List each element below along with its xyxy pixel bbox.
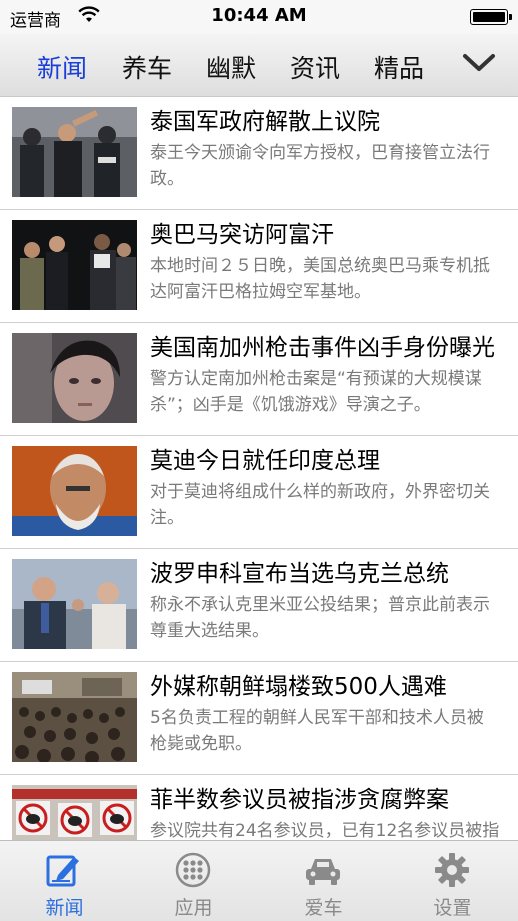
news-title: 美国南加州枪击事件凶手身份曝光 [150,335,495,361]
bottom-tab-apps[interactable]: 应用 [129,841,258,921]
car-icon [303,851,343,893]
news-thumbnail [12,446,137,536]
news-title: 外媒称朝鲜塌楼致500人遇难 [150,674,447,700]
status-bar: 运营商 10:44 AM [0,0,518,34]
news-summary: 警方认定南加州枪击案是“有预谋的大规模谋杀”；凶手是《饥饿游戏》导演之子。 [150,369,482,415]
news-title: 奥巴马突访阿富汗 [150,222,334,248]
news-title: 波罗申科宣布当选乌克兰总统 [150,561,449,587]
bottom-tab-bar: 新闻 应用 爱车 设置 [0,840,518,921]
news-thumbnail [12,333,137,423]
bottom-tab-label: 应用 [174,897,213,919]
news-item[interactable]: 美国南加州枪击事件凶手身份曝光 警方认定南加州枪击案是“有预谋的大规模谋杀”；凶… [0,322,518,436]
news-item[interactable]: 泰国军政府解散上议院 泰王今天颁谕令向军方授权，巴育接管立法行政。 [0,96,518,210]
bottom-tab-news[interactable]: 新闻 [0,841,129,921]
news-summary: 称永不承认克里米亚公投结果；普京此前表示尊重大选结果。 [150,595,490,641]
news-thumbnail [12,785,137,840]
news-thumbnail [12,220,137,310]
news-thumbnail [12,559,137,649]
battery-icon [470,9,512,25]
news-title: 泰国军政府解散上议院 [150,109,380,135]
tab-featured[interactable]: 精品 [374,49,424,85]
news-item[interactable]: 菲半数参议员被指涉贪腐弊案 参议院共有24名参议员，已有12名参议员被指涉及“猪… [0,774,518,840]
news-edit-icon [44,851,84,893]
category-tab-bar: 新闻 养车 幽默 资讯 精品 [0,34,518,97]
tab-info[interactable]: 资讯 [290,49,340,85]
bottom-tab-car[interactable]: 爱车 [259,841,388,921]
news-summary: 对于莫迪将组成什么样的新政府，外界密切关注。 [150,482,490,528]
news-item[interactable]: 波罗申科宣布当选乌克兰总统 称永不承认克里米亚公投结果；普京此前表示尊重大选结果… [0,548,518,662]
bottom-tab-label: 设置 [433,897,472,919]
news-thumbnail [12,672,137,762]
bottom-tab-label: 新闻 [45,897,84,919]
gear-icon [432,851,472,893]
news-thumbnail [12,107,137,197]
news-summary: 5名负责工程的朝鲜人民军干部和技术人员被枪毙或免职。 [150,708,484,754]
news-item[interactable]: 莫迪今日就任印度总理 对于莫迪将组成什么样的新政府，外界密切关注。 [0,435,518,549]
bottom-tab-settings[interactable]: 设置 [388,841,517,921]
tab-news[interactable]: 新闻 [37,49,87,85]
clock-time: 10:44 AM [211,5,307,26]
news-item[interactable]: 奥巴马突访阿富汗 本地时间２５日晚，美国总统奥巴马乘专机抵达阿富汗巴格拉姆空军基… [0,209,518,323]
news-summary: 参议院共有24名参议员，已有12名参议员被指涉及“猪肉桶”贪污弊案。 [150,821,500,840]
tab-car-care[interactable]: 养车 [122,49,172,85]
apps-grid-icon [173,851,213,893]
news-list: 泰国军政府解散上议院 泰王今天颁谕令向军方授权，巴育接管立法行政。 奥巴马突访阿… [0,96,518,840]
news-summary: 本地时间２５日晚，美国总统奥巴马乘专机抵达阿富汗巴格拉姆空军基地。 [150,256,490,302]
chevron-down-icon[interactable] [462,52,496,78]
news-title: 菲半数参议员被指涉贪腐弊案 [150,787,449,813]
bottom-tab-label: 爱车 [304,897,343,919]
news-item[interactable]: 外媒称朝鲜塌楼致500人遇难 5名负责工程的朝鲜人民军干部和技术人员被枪毙或免职… [0,661,518,775]
tab-humor[interactable]: 幽默 [206,49,256,85]
news-summary: 泰王今天颁谕令向军方授权，巴育接管立法行政。 [150,143,490,189]
news-title: 莫迪今日就任印度总理 [150,448,380,474]
